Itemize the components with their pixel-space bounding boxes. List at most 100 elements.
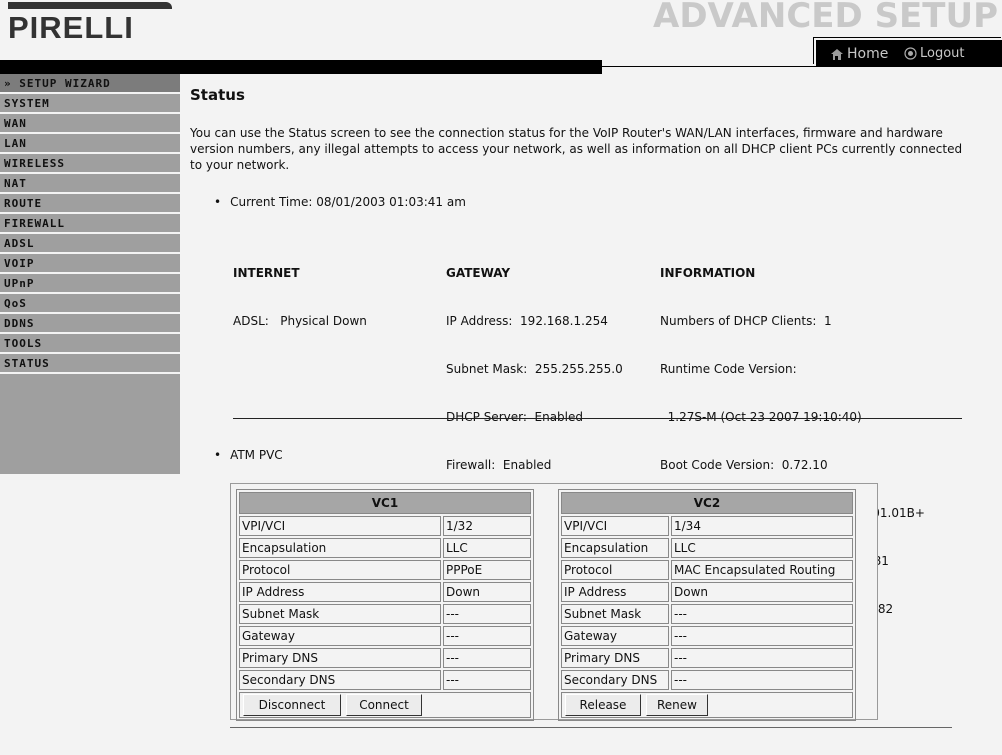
vc1-label: Secondary DNS [239,670,441,690]
vc1-label: IP Address [239,582,441,602]
info-runtime-label: Runtime Code Version: [660,362,797,376]
pirelli-logo: PIRELLI [8,2,172,46]
table-row: VPI/VCI 1/34 [561,516,853,536]
renew-button[interactable]: Renew [646,694,708,716]
sidebar-item-setup-wizard[interactable]: » SETUP WIZARD [0,74,180,94]
home-icon [831,48,843,60]
gateway-ip: IP Address: 192.168.1.254 [446,314,608,328]
gateway-heading: GATEWAY [446,266,511,280]
atm-pvc-label: ATM PVC [214,448,283,462]
table-row: VPI/VCI 1/32 [239,516,531,536]
table-row: IP Address Down [561,582,853,602]
logo-bar [8,2,172,9]
vc2-title: VC2 [561,492,853,514]
page-banner-title: ADVANCED SETUP [653,0,998,36]
internet-heading: INTERNET [233,266,300,280]
table-row: Encapsulation LLC [561,538,853,558]
vc2-label: Primary DNS [561,648,669,668]
logout-icon [904,47,917,60]
vc1-value: 1/32 [443,516,531,536]
vc1-label: Gateway [239,626,441,646]
sidebar-item-lan[interactable]: LAN [0,134,180,154]
vc2-value: --- [671,670,853,690]
disconnect-button[interactable]: Disconnect [243,694,341,716]
sidebar-item-system[interactable]: SYSTEM [0,94,180,114]
header-divider-bar [0,60,602,74]
sidebar-item-voip[interactable]: VOIP [0,254,180,274]
gateway-firewall: Firewall: Enabled [446,458,552,472]
table-row: IP Address Down [239,582,531,602]
vc2-value: LLC [671,538,853,558]
vc2-value: --- [671,626,853,646]
internet-adsl-status: ADSL: Physical Down [233,314,367,328]
sidebar-item-qos[interactable]: QoS [0,294,180,314]
information-heading: INFORMATION [660,266,756,280]
vc1-label: Primary DNS [239,648,441,668]
release-button[interactable]: Release [565,694,641,716]
section-divider [233,418,962,419]
vc2-value: --- [671,604,853,624]
vc1-value: LLC [443,538,531,558]
vc2-label: Gateway [561,626,669,646]
vc2-value: MAC Encapsulated Routing [671,560,853,580]
vc1-label: Subnet Mask [239,604,441,624]
vc1-value: --- [443,648,531,668]
logout-link-label: Logout [920,46,965,61]
sidebar-item-wan[interactable]: WAN [0,114,180,134]
sidebar-item-wireless[interactable]: WIRELESS [0,154,180,174]
table-row: Primary DNS --- [239,648,531,668]
table-row: Protocol PPPoE [239,560,531,580]
brand-name: PIRELLI [8,10,134,45]
home-link[interactable]: Home [830,46,888,62]
home-link-label: Home [847,46,889,62]
atm-pvc-panel: VC1 VPI/VCI 1/32 Encapsulation LLC Protoco… [230,483,878,721]
vc2-label: IP Address [561,582,669,602]
vc1-value: Down [443,582,531,602]
gateway-dhcp: DHCP Server: Enabled [446,410,583,424]
table-row: Encapsulation LLC [239,538,531,558]
vc1-value: --- [443,604,531,624]
table-row: Gateway --- [561,626,853,646]
table-row: Secondary DNS --- [239,670,531,690]
table-row: Secondary DNS --- [561,670,853,690]
table-row: Primary DNS --- [561,648,853,668]
vc1-value: --- [443,626,531,646]
vc2-label: Encapsulation [561,538,669,558]
page-title: Status [190,86,245,104]
vc1-value: PPPoE [443,560,531,580]
vc2-value: 1/34 [671,516,853,536]
vc2-label: VPI/VCI [561,516,669,536]
sidebar-item-firewall[interactable]: FIREWALL [0,214,180,234]
sidebar-item-status[interactable]: STATUS [0,354,180,374]
vc2-actions: Release Renew [561,692,853,718]
sidebar-item-tools[interactable]: TOOLS [0,334,180,354]
vc1-value: --- [443,670,531,690]
table-row: Subnet Mask --- [561,604,853,624]
vc2-value: --- [671,648,853,668]
vc1-label: Protocol [239,560,441,580]
info-boot-version: Boot Code Version: 0.72.10 [660,458,828,472]
table-row: Subnet Mask --- [239,604,531,624]
vc1-table: VC1 VPI/VCI 1/32 Encapsulation LLC Protoco… [236,489,534,721]
vc1-label: Encapsulation [239,538,441,558]
top-links: Home Logout [816,40,1002,67]
gateway-subnet: Subnet Mask: 255.255.255.0 [446,362,623,376]
sidebar-item-ddns[interactable]: DDNS [0,314,180,334]
vc2-table: VC2 VPI/VCI 1/34 Encapsulation LLC Protoco… [558,489,856,721]
sidebar-item-upnp[interactable]: UPnP [0,274,180,294]
info-dhcp-clients: Numbers of DHCP Clients: 1 [660,314,832,328]
header-divider-line [602,66,816,67]
sidebar-item-route[interactable]: ROUTE [0,194,180,214]
vc2-label: Secondary DNS [561,670,669,690]
vc2-label: Subnet Mask [561,604,669,624]
logout-link[interactable]: Logout [904,46,965,61]
internet-section: INTERNET ADSL: Physical Down [233,233,367,345]
sidebar-nav: » SETUP WIZARD SYSTEM WAN LAN WIRELESS N… [0,74,180,474]
table-row: Gateway --- [239,626,531,646]
sidebar-item-nat[interactable]: NAT [0,174,180,194]
info-runtime-version: 1.27S-M (Oct 23 2007 19:10:40) [660,410,862,424]
vc1-actions: Disconnect Connect [239,692,531,718]
connect-button[interactable]: Connect [346,694,422,716]
page-description: You can use the Status screen to see the… [190,126,963,172]
sidebar-item-adsl[interactable]: ADSL [0,234,180,254]
